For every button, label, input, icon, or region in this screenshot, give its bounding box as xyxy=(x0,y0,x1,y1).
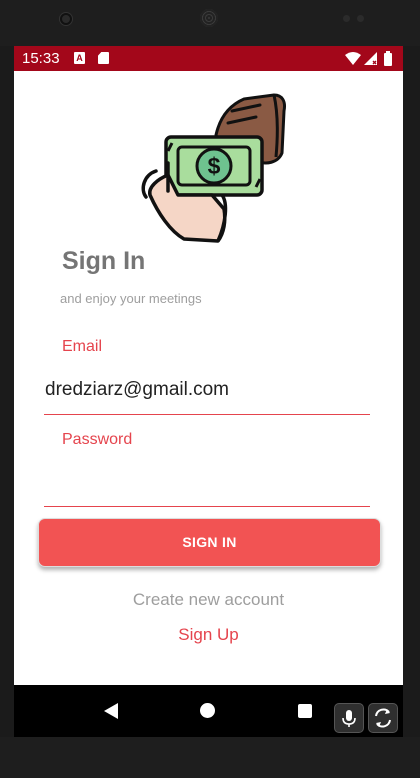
sign-in-button[interactable]: SIGN IN xyxy=(38,518,381,567)
sd-card-icon xyxy=(98,52,109,64)
back-icon[interactable] xyxy=(104,703,118,719)
email-field[interactable] xyxy=(44,372,370,415)
page-title: Sign In xyxy=(62,247,146,275)
app-screen: $ Sign In and enjoy your meetings Email … xyxy=(14,71,403,685)
create-account-text: Create new account xyxy=(132,590,285,609)
signal-icon xyxy=(364,52,377,65)
sign-up-link[interactable]: Sign Up xyxy=(14,625,403,645)
microphone-button[interactable] xyxy=(334,703,364,733)
a-notification-icon: A xyxy=(74,52,85,64)
status-time: 15:33 xyxy=(22,50,60,67)
money-handover-illustration: $ xyxy=(141,93,286,243)
home-icon[interactable] xyxy=(200,703,215,718)
battery-icon xyxy=(384,51,392,66)
device-top-bezel xyxy=(0,0,420,46)
password-label: Password xyxy=(62,431,133,448)
rotate-button[interactable] xyxy=(368,703,398,733)
email-label: Email xyxy=(62,338,103,355)
status-bar: 15:33 A xyxy=(14,46,403,71)
camera-icon xyxy=(60,13,72,25)
device-bottom-bezel xyxy=(0,737,420,778)
svg-text:$: $ xyxy=(208,153,221,179)
password-field[interactable] xyxy=(44,464,370,507)
light-sensor xyxy=(357,15,364,22)
speaker-grille xyxy=(200,9,218,27)
microphone-icon xyxy=(342,710,356,727)
rotate-icon xyxy=(375,708,391,728)
page-subtitle: and enjoy your meetings xyxy=(60,291,202,306)
wifi-icon xyxy=(345,52,361,65)
recents-icon[interactable] xyxy=(298,704,312,718)
proximity-sensor xyxy=(343,15,350,22)
